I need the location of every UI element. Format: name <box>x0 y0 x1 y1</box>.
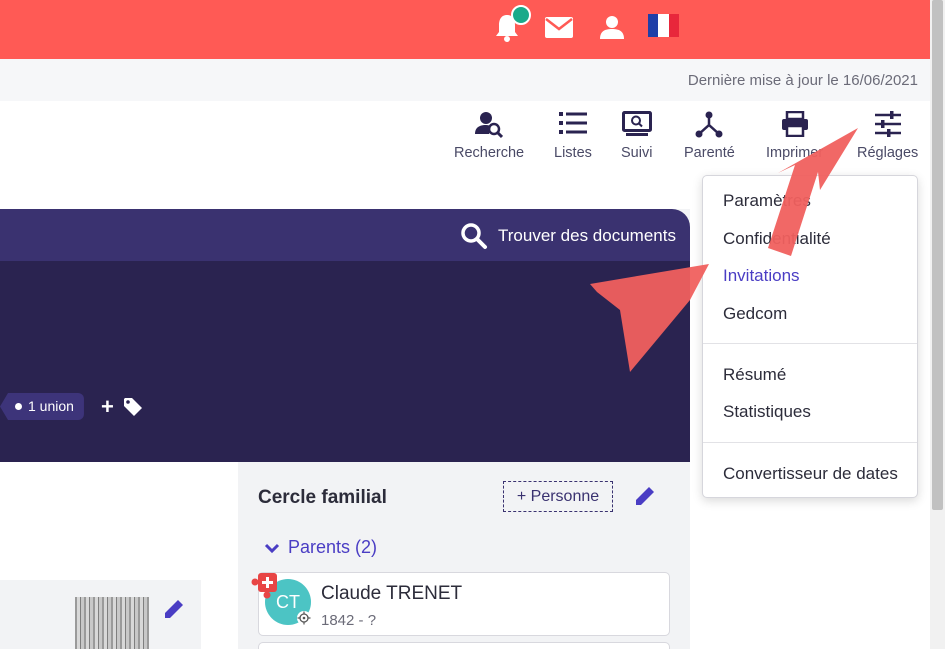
union-tag[interactable]: 1 union <box>0 393 84 420</box>
menu-divider <box>703 442 917 443</box>
parent-name[interactable]: Claude TRENET <box>321 583 462 605</box>
toolbar-label: Réglages <box>857 145 919 161</box>
tree-branch-icon <box>684 111 735 141</box>
toolbar-suivi[interactable]: Suivi <box>621 111 652 161</box>
menu-divider <box>703 343 917 344</box>
locate-icon <box>296 610 312 631</box>
add-person-button[interactable]: + Personne <box>503 481 613 512</box>
toolbar-label: Imprimer <box>766 145 824 161</box>
last-update-text: Dernière mise à jour le 16/06/2021 <box>687 72 918 89</box>
toolbar-recherche[interactable]: Recherche <box>454 111 524 161</box>
list-icon <box>554 111 592 141</box>
parent-card[interactable] <box>258 572 670 636</box>
chevron-down-icon <box>264 543 280 553</box>
toolbar-listes[interactable]: Listes <box>554 111 592 161</box>
person-search-icon <box>454 111 524 141</box>
menu-item-gedcom[interactable]: Gedcom <box>723 304 787 324</box>
toolbar-label: Recherche <box>454 145 525 161</box>
add-tag-button[interactable]: + <box>101 396 114 418</box>
edit-family-pencil-icon[interactable] <box>633 484 657 513</box>
person-banner <box>0 261 690 462</box>
parents-label: Parents (2) <box>288 537 378 557</box>
tag-dot <box>15 403 22 410</box>
notification-badge <box>511 5 531 25</box>
menu-item-confidentialite[interactable]: Confidentialité <box>723 229 831 249</box>
menu-item-invitations[interactable]: Invitations <box>723 266 800 286</box>
edit-document-pencil-icon[interactable] <box>162 597 186 626</box>
puzzle-icon <box>251 572 279 605</box>
settings-dropdown-menu: Paramètres Confidentialité Invitations G… <box>702 175 918 498</box>
last-update-bar: Dernière mise à jour le 16/06/2021 <box>0 59 930 101</box>
top-header-bar <box>0 0 930 59</box>
menu-item-parametres[interactable]: Paramètres <box>723 191 811 211</box>
find-documents-button[interactable]: Trouver des documents <box>460 222 676 250</box>
toolbar-label: Parenté <box>684 145 735 161</box>
toolbar-imprimer[interactable]: Imprimer <box>766 110 824 161</box>
parent-card[interactable] <box>258 642 670 649</box>
menu-item-convertisseur[interactable]: Convertisseur de dates <box>723 464 898 484</box>
monitor-search-icon <box>621 111 652 141</box>
sliders-icon <box>857 111 918 141</box>
tag-icon[interactable] <box>123 397 143 422</box>
scrollbar-thumb[interactable] <box>932 0 943 510</box>
parents-section-toggle[interactable]: Parents (2) <box>264 537 377 558</box>
document-thumbnail[interactable] <box>75 597 149 649</box>
printer-icon <box>766 110 823 141</box>
toolbar-label: Suivi <box>621 145 653 161</box>
toolbar-parente[interactable]: Parenté <box>684 111 735 161</box>
french-flag-icon[interactable] <box>648 14 679 37</box>
find-documents-label: Trouver des documents <box>498 226 676 245</box>
tree-toolbar: Recherche Listes Suivi Parenté Imprimer … <box>0 101 930 181</box>
mail-icon[interactable] <box>545 17 573 43</box>
menu-item-statistiques[interactable]: Statistiques <box>723 402 811 422</box>
search-icon <box>461 223 487 249</box>
user-icon[interactable] <box>600 15 624 44</box>
toolbar-reglages[interactable]: Réglages <box>857 111 918 161</box>
menu-item-resume[interactable]: Résumé <box>723 365 786 385</box>
parent-dates: 1842 - ? <box>321 612 377 629</box>
family-circle-title: Cercle familial <box>258 487 387 508</box>
toolbar-label: Listes <box>554 145 592 161</box>
